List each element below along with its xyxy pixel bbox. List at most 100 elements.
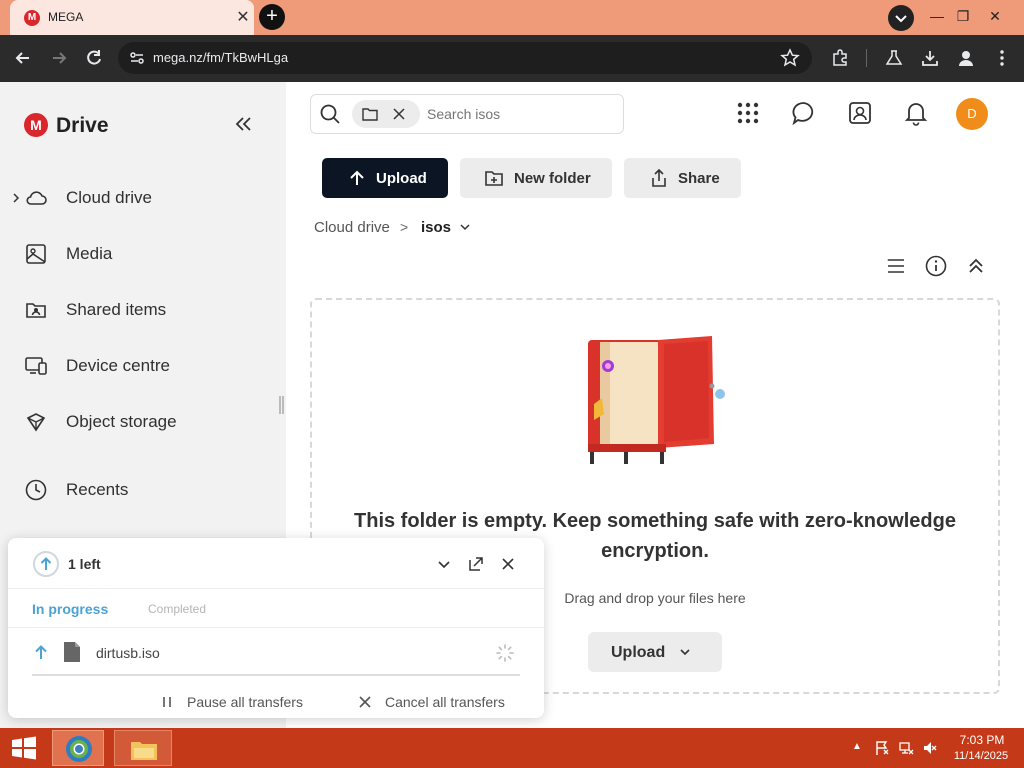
- extensions-icon[interactable]: [830, 48, 850, 68]
- share-label: Share: [678, 170, 720, 187]
- sidebar-title: Drive: [56, 114, 109, 137]
- tab-close-icon[interactable]: ✕: [234, 9, 252, 27]
- upload-arrow-icon: [34, 644, 48, 660]
- toolbar-divider: [866, 49, 867, 67]
- chevron-down-icon: [678, 645, 692, 659]
- pause-icon: [160, 695, 174, 709]
- sidebar-item-media[interactable]: Media: [14, 234, 274, 274]
- apps-grid-icon[interactable]: [735, 100, 761, 126]
- upload-progress-icon: [32, 550, 60, 578]
- forward-arrow-icon[interactable]: [48, 47, 70, 69]
- clear-filter-icon[interactable]: [392, 107, 406, 121]
- empty-upload-label: Upload: [611, 644, 666, 661]
- sidebar-item-cloud-drive[interactable]: Cloud drive: [14, 178, 274, 218]
- tab-title: MEGA: [48, 10, 84, 24]
- sidebar-item-label: Media: [66, 244, 113, 263]
- transfers-remaining: 1 left: [68, 556, 101, 572]
- reload-icon[interactable]: [83, 47, 105, 69]
- restore-button[interactable]: ❐: [946, 0, 980, 35]
- popout-icon[interactable]: [468, 556, 484, 572]
- new-tab-button[interactable]: +: [259, 4, 285, 30]
- taskbar-clock-date[interactable]: 11/14/2025: [948, 750, 1014, 762]
- browser-menu-icon[interactable]: [992, 48, 1012, 68]
- add-folder-icon: [484, 168, 504, 188]
- panel-divider: [8, 588, 544, 589]
- sidebar-item-label: Device centre: [66, 356, 170, 375]
- url-text[interactable]: mega.nz/fm/TkBwHLga: [153, 50, 288, 65]
- tab-mega[interactable]: M MEGA ✕: [10, 0, 254, 35]
- search-icon[interactable]: [319, 103, 341, 125]
- bookmark-star-icon[interactable]: [780, 48, 800, 68]
- volume-muted-icon[interactable]: [922, 740, 938, 756]
- user-avatar[interactable]: D: [956, 98, 988, 130]
- breadcrumb-current-folder[interactable]: isos: [421, 219, 451, 236]
- share-icon: [649, 168, 669, 188]
- new-folder-button[interactable]: New folder: [460, 158, 612, 198]
- profile-icon[interactable]: [956, 48, 976, 68]
- object-storage-icon: [24, 410, 48, 434]
- chrome-browser-icon: [65, 735, 93, 763]
- empty-state-upload-button[interactable]: Upload: [588, 632, 722, 672]
- folder-icon: [362, 107, 378, 121]
- shared-folder-icon: [24, 298, 48, 322]
- clock-icon: [24, 478, 48, 502]
- search-input[interactable]: [427, 106, 607, 122]
- taskbar-explorer-button[interactable]: [114, 730, 172, 766]
- image-icon: [24, 242, 48, 266]
- collapse-up-icon[interactable]: [965, 255, 987, 277]
- window-close-button[interactable]: ✕: [978, 0, 1012, 35]
- labs-flask-icon[interactable]: [884, 48, 904, 68]
- cancel-all-button[interactable]: Cancel all transfers: [385, 694, 505, 710]
- tab-in-progress[interactable]: In progress: [32, 601, 108, 617]
- windows-start-icon[interactable]: [10, 736, 38, 760]
- sidebar-item-label: Object storage: [66, 412, 177, 431]
- tab-search-button[interactable]: [888, 5, 914, 31]
- upload-label: Upload: [376, 170, 427, 187]
- breadcrumb-cloud-drive[interactable]: Cloud drive: [314, 219, 390, 236]
- site-settings-icon[interactable]: [128, 49, 146, 67]
- pause-all-button[interactable]: Pause all transfers: [187, 694, 303, 710]
- taskbar-chrome-button[interactable]: [52, 730, 104, 766]
- breadcrumb-separator: >: [400, 219, 409, 235]
- notifications-bell-icon[interactable]: [903, 100, 929, 126]
- file-explorer-icon: [129, 736, 159, 762]
- back-arrow-icon[interactable]: [12, 47, 34, 69]
- mega-logo-icon: M: [24, 113, 48, 137]
- folder-filter-chip[interactable]: [352, 100, 420, 128]
- transfer-progress-bar: [32, 674, 520, 676]
- sidebar-item-object-storage[interactable]: Object storage: [14, 402, 274, 442]
- network-icon[interactable]: [898, 740, 914, 756]
- new-folder-label: New folder: [514, 170, 591, 187]
- sidebar-item-label: Cloud drive: [66, 188, 152, 207]
- share-button[interactable]: Share: [624, 158, 741, 198]
- list-view-icon[interactable]: [885, 255, 907, 277]
- contacts-icon[interactable]: [847, 100, 873, 126]
- cloud-icon: [24, 186, 48, 210]
- close-icon[interactable]: [500, 556, 516, 572]
- transfer-row[interactable]: [8, 628, 544, 674]
- tab-completed[interactable]: Completed: [148, 602, 206, 616]
- tray-chevron-up-icon[interactable]: ▲: [852, 741, 864, 753]
- transfer-file-name: dirtusb.iso: [96, 645, 160, 661]
- loading-spinner-icon: [496, 644, 514, 662]
- action-center-flag-icon[interactable]: [874, 740, 890, 756]
- sidebar-item-shared-items[interactable]: Shared items: [14, 290, 274, 330]
- sidebar-resize-handle[interactable]: [279, 396, 284, 414]
- sidebar-item-device-centre[interactable]: Device centre: [14, 346, 274, 386]
- mega-favicon: M: [24, 10, 40, 26]
- upload-button[interactable]: Upload: [322, 158, 448, 198]
- chevron-down-icon[interactable]: [458, 220, 472, 234]
- sidebar-item-recents[interactable]: Recents: [14, 470, 274, 510]
- upload-arrow-icon: [348, 169, 366, 187]
- cancel-icon: [358, 695, 372, 709]
- chat-icon[interactable]: [791, 100, 817, 126]
- sidebar-item-label: Recents: [66, 480, 129, 499]
- file-icon: [62, 641, 82, 663]
- devices-icon: [24, 354, 48, 378]
- sidebar-item-label: Shared items: [66, 300, 167, 319]
- info-icon[interactable]: [925, 255, 947, 277]
- collapse-sidebar-icon[interactable]: [234, 116, 254, 132]
- downloads-icon[interactable]: [920, 48, 940, 68]
- taskbar-clock-time[interactable]: 7:03 PM: [952, 733, 1012, 747]
- chevron-down-icon[interactable]: [436, 556, 452, 572]
